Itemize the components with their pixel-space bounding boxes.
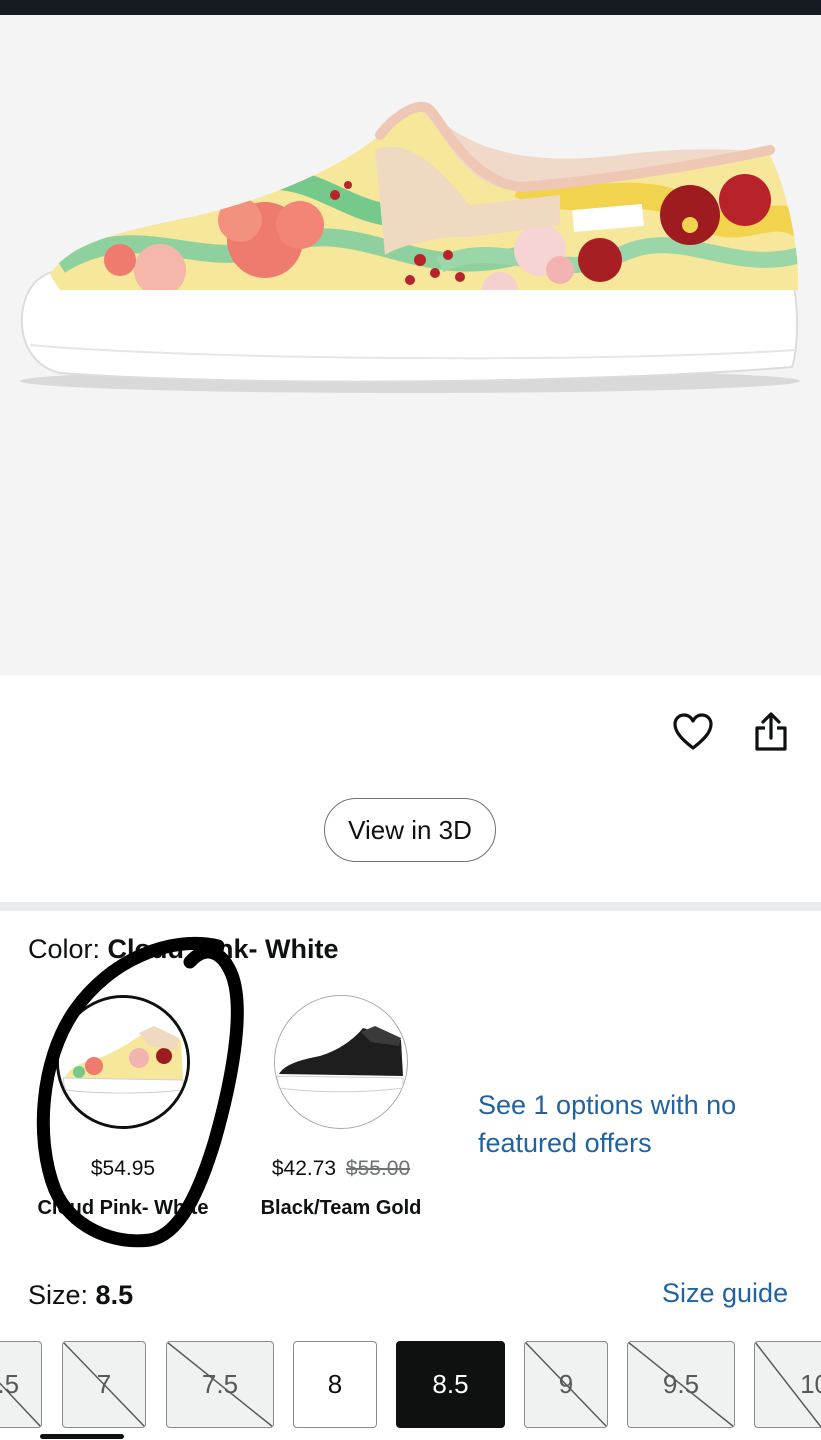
product-image[interactable] xyxy=(0,15,821,675)
selected-color-name: Cloud Pink- White xyxy=(107,934,339,964)
view-in-3d-button[interactable]: View in 3D xyxy=(324,798,496,862)
color-label: Color: Cloud Pink- White xyxy=(28,934,339,965)
size-option[interactable]: 10 xyxy=(754,1341,821,1428)
size-option-label: 10 xyxy=(800,1369,821,1399)
size-option[interactable]: 8 xyxy=(293,1341,377,1428)
share-icon[interactable] xyxy=(747,708,795,756)
status-bar xyxy=(0,0,821,15)
size-option-label: 7.5 xyxy=(201,1369,239,1399)
size-option[interactable]: 6.5 xyxy=(0,1341,42,1428)
size-option-label: 8.5 xyxy=(432,1369,469,1399)
color-swatch-black-team-gold[interactable] xyxy=(274,995,408,1129)
see-options-link[interactable]: See 1 options with no featured offers xyxy=(478,1086,768,1162)
swatch-image xyxy=(59,998,187,1126)
size-option-label: 8 xyxy=(327,1369,343,1399)
size-option[interactable]: 7 xyxy=(62,1341,146,1428)
size-option[interactable]: 9.5 xyxy=(627,1341,735,1428)
color-swatch-cloud-pink[interactable] xyxy=(56,995,190,1129)
size-guide-link[interactable]: Size guide xyxy=(662,1278,788,1309)
list-price: $55.00 xyxy=(345,1157,411,1180)
swatch-name: Black/Team Gold xyxy=(260,1197,422,1219)
size-option-label: 7 xyxy=(96,1369,112,1399)
size-option[interactable]: 7.5 xyxy=(166,1341,274,1428)
swatch-name: Cloud Pink- White xyxy=(37,1197,209,1219)
swatch-price: $54.95 xyxy=(56,1157,190,1181)
size-option-label: 9 xyxy=(558,1369,574,1399)
size-option-selected[interactable]: 8.5 xyxy=(396,1341,505,1428)
price-value: $42.73 xyxy=(271,1157,337,1180)
shoe-illustration xyxy=(20,101,800,393)
size-label: Size: 8.5 xyxy=(28,1280,133,1311)
swatch-image xyxy=(275,996,406,1127)
color-label-prefix: Color: xyxy=(28,934,101,964)
swatch-price: $42.73 $55.00 xyxy=(250,1157,432,1181)
selected-size: 8.5 xyxy=(95,1280,134,1310)
section-divider xyxy=(0,902,821,911)
heart-icon[interactable] xyxy=(669,708,717,756)
size-option[interactable]: 9 xyxy=(524,1341,608,1428)
scroll-indicator xyxy=(40,1434,124,1439)
size-option-label: 6.5 xyxy=(0,1369,20,1399)
price-value: $54.95 xyxy=(90,1157,156,1180)
size-option-label: 9.5 xyxy=(662,1369,700,1399)
size-label-prefix: Size: xyxy=(28,1280,89,1310)
